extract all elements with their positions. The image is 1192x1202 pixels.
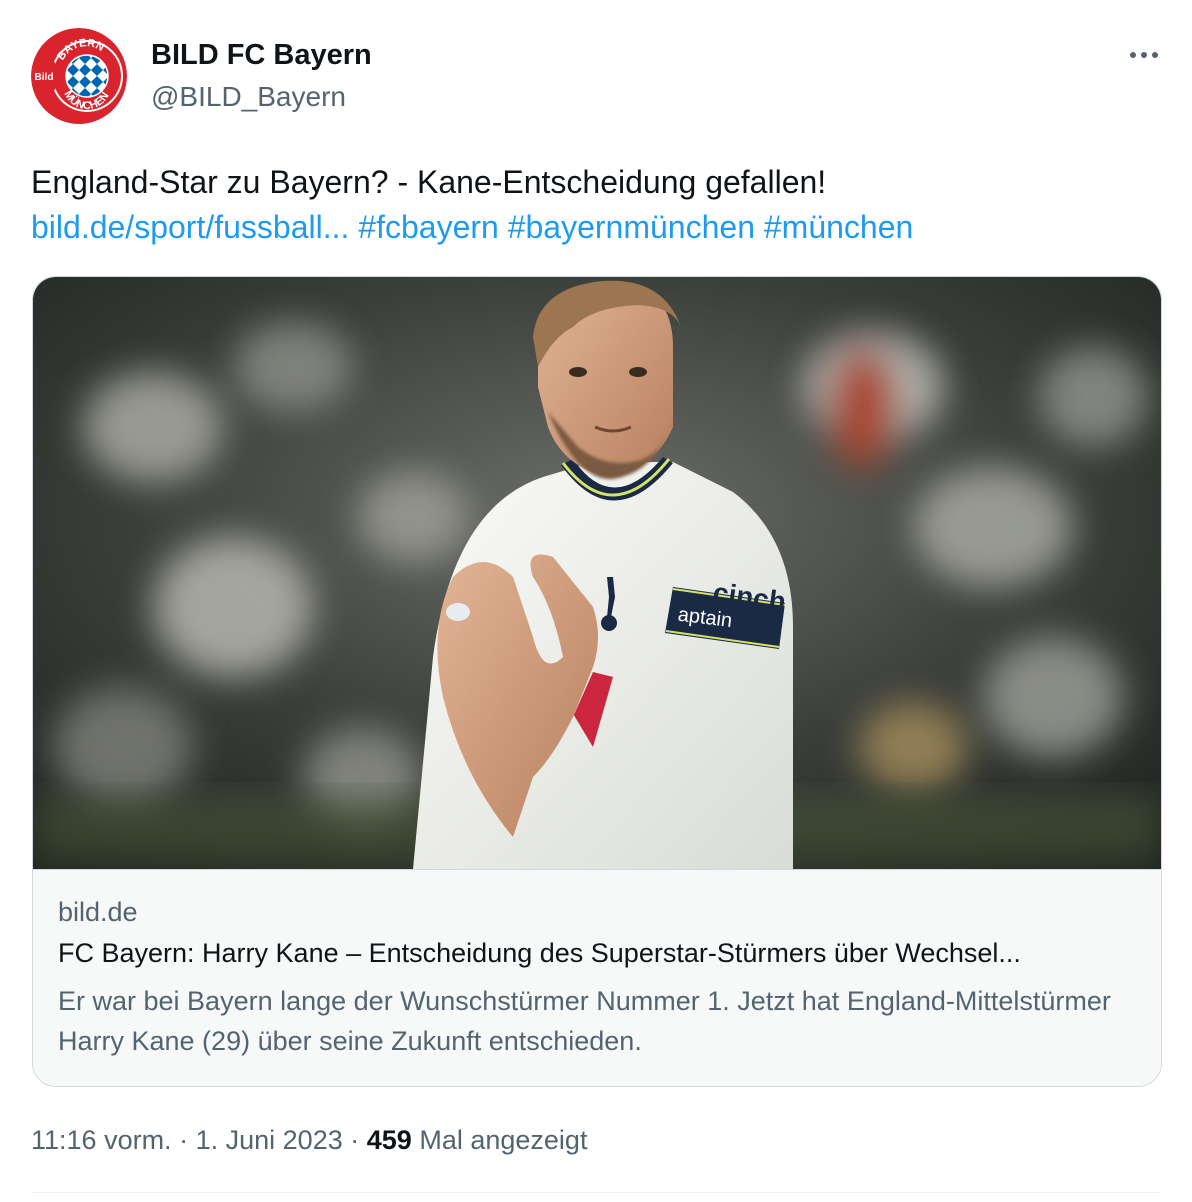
tweet-time[interactable]: 11:16 vorm. (31, 1125, 172, 1155)
views-label: Mal angezeigt (419, 1125, 588, 1155)
card-domain: bild.de (58, 897, 138, 927)
meta-separator: · (179, 1125, 189, 1155)
link-card[interactable]: aptain cinch bild.de FC Bayern: Harry Ka (32, 276, 1162, 1087)
article-link[interactable]: bild.de/sport/fussball... (31, 209, 349, 245)
tweet-meta: 11:16 vorm. · 1. Juni 2023 · 459 Mal ang… (31, 1122, 587, 1158)
more-button[interactable] (1127, 38, 1161, 72)
hashtag-fcbayern[interactable]: #fcbayern (358, 209, 499, 245)
svg-text:Bild: Bild (35, 72, 54, 83)
card-meta: bild.de FC Bayern: Harry Kane – Entschei… (33, 870, 1161, 1086)
card-image[interactable]: aptain cinch (33, 277, 1161, 870)
tweet-header: BAYERN MÜNCHEN Bild BILD FC Bayern @BILD… (31, 28, 1161, 128)
handle[interactable]: @BILD_Bayern (151, 80, 372, 114)
more-horizontal-icon (1130, 52, 1158, 58)
card-photo: aptain cinch (33, 277, 1161, 869)
display-name[interactable]: BILD FC Bayern (151, 38, 372, 72)
card-title: FC Bayern: Harry Kane – Entscheidung des… (58, 938, 1021, 968)
hashtag-muenchen[interactable]: #münchen (764, 209, 913, 245)
divider (31, 1192, 1161, 1193)
bild-fc-bayern-logo: BAYERN MÜNCHEN Bild (31, 28, 127, 124)
tweet: BAYERN MÜNCHEN Bild BILD FC Bayern @BILD… (0, 0, 1192, 1202)
hashtag-bayernmuenchen[interactable]: #bayernmünchen (508, 209, 755, 245)
views-count: 459 (366, 1125, 412, 1155)
meta-separator: · (350, 1125, 360, 1155)
tweet-links: bild.de/sport/fussball... #fcbayern #bay… (31, 205, 1161, 250)
avatar[interactable]: BAYERN MÜNCHEN Bild (31, 28, 127, 124)
card-description: Er war bei Bayern lange der Wunschstürme… (58, 986, 1111, 1056)
tweet-date[interactable]: 1. Juni 2023 (196, 1125, 343, 1155)
tweet-body: England-Star zu Bayern? - Kane-Entscheid… (31, 164, 827, 200)
tweet-text: England-Star zu Bayern? - Kane-Entscheid… (31, 160, 1161, 250)
author-info: BILD FC Bayern @BILD_Bayern (151, 38, 372, 114)
